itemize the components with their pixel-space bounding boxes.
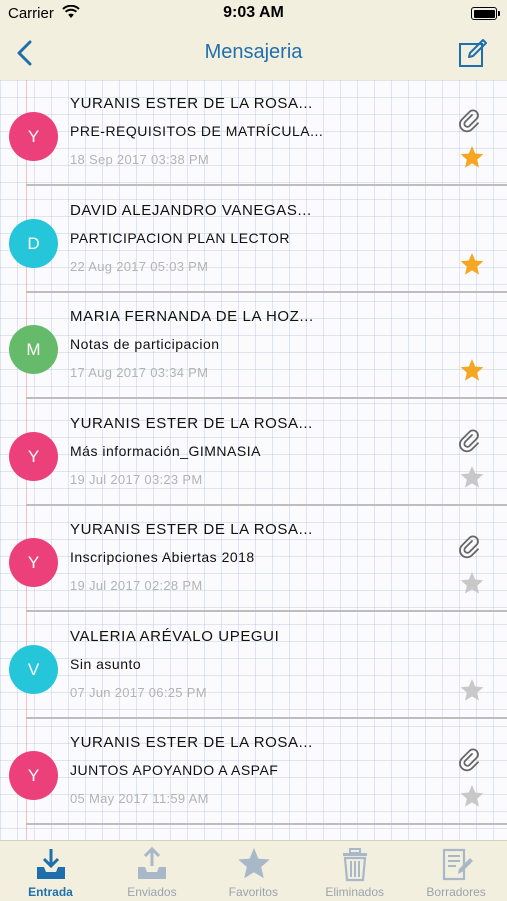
status-bar: Carrier 9:03 AM: [0, 0, 507, 28]
message-date: 19 Jul 2017 02:28 PM: [70, 578, 203, 593]
message-sender: VALERIA ARÉVALO UPEGUI: [70, 627, 280, 645]
star-icon[interactable]: [459, 677, 485, 703]
inbox-download-icon: [37, 849, 65, 879]
avatar: Y: [9, 751, 58, 800]
paperclip-icon: [459, 535, 479, 559]
star-icon[interactable]: [459, 251, 485, 277]
tab-label: Entrada: [28, 885, 73, 899]
message-subject: Inscripciones Abiertas 2018: [70, 549, 255, 565]
message-sender: YURANIS ESTER DE LA ROSA...: [70, 734, 313, 751]
tab-bar: Entrada Enviados Favoritos Eliminados Borrad…: [0, 840, 507, 901]
tab-eliminados[interactable]: Eliminados: [304, 841, 405, 901]
message-sender: DAVID ALEJANDRO VANEGAS...: [70, 201, 312, 219]
compose-icon[interactable]: [457, 37, 489, 69]
tab-favoritos[interactable]: Favoritos: [203, 841, 304, 901]
message-row[interactable]: Y YURANIS ESTER DE LA ROSA... JUNTOS APOYA…: [0, 719, 507, 825]
message-date: 07 Jun 2017 06:25 PM: [70, 684, 207, 700]
message-date: 22 Aug 2017 05:03 PM: [70, 258, 209, 274]
message-date: 17 Aug 2017 03:34 PM: [70, 365, 209, 380]
trash-icon: [343, 848, 368, 882]
battery-icon: [471, 7, 500, 20]
tab-borradores[interactable]: Borradores: [406, 841, 507, 901]
avatar: M: [9, 325, 58, 374]
draft-icon: [442, 848, 473, 881]
avatar: Y: [9, 538, 58, 587]
tab-label: Enviados: [127, 885, 177, 899]
message-date: 18 Sep 2017 03:38 PM: [70, 152, 209, 167]
message-row[interactable]: D DAVID ALEJANDRO VANEGAS... PARTICIPACION…: [0, 187, 507, 293]
message-sender: YURANIS ESTER DE LA ROSA...: [70, 521, 313, 538]
navigation-bar: Mensajeria: [0, 28, 507, 80]
avatar: Y: [9, 431, 58, 481]
message-subject: Notas de participacion: [70, 336, 220, 352]
paperclip-icon: [459, 748, 479, 772]
row-divider: [26, 823, 507, 825]
message-row[interactable]: Y YURANIS ESTER DE LA ROSA... PRE-REQUISIT…: [0, 80, 507, 186]
message-row[interactable]: M MARIA FERNANDA DE LA HOZ... Notas de par…: [0, 293, 507, 399]
star-icon[interactable]: [459, 357, 485, 383]
paperclip-icon: [459, 429, 479, 452]
message-subject: Más información_GIMNASIA: [70, 442, 261, 459]
message-subject: PRE-REQUISITOS DE MATRÍCULA...: [70, 123, 324, 139]
message-sender: YURANIS ESTER DE LA ROSA...: [70, 95, 313, 112]
avatar: V: [9, 644, 58, 694]
tab-label: Eliminados: [325, 885, 385, 899]
message-row[interactable]: Y YURANIS ESTER DE LA ROSA... Inscripcione…: [0, 506, 507, 612]
message-sender: YURANIS ESTER DE LA ROSA...: [70, 414, 313, 432]
avatar: Y: [9, 112, 58, 161]
message-subject: PARTICIPACION PLAN LECTOR: [70, 229, 290, 246]
tab-entrada[interactable]: Entrada: [0, 841, 101, 901]
tab-label: Borradores: [426, 885, 486, 899]
tab-enviados[interactable]: Enviados: [101, 841, 202, 901]
star-icon[interactable]: [459, 783, 485, 809]
outbox-upload-icon: [138, 846, 167, 879]
message-subject: Sin asunto: [70, 655, 142, 672]
message-subject: JUNTOS APOYANDO A ASPAF: [70, 762, 279, 778]
message-list[interactable]: Y YURANIS ESTER DE LA ROSA... PRE-REQUISIT…: [0, 80, 507, 840]
avatar: D: [9, 218, 58, 268]
status-time: 9:03 AM: [223, 4, 284, 21]
message-date: 19 Jul 2017 03:23 PM: [70, 471, 203, 487]
message-row[interactable]: V VALERIA ARÉVALO UPEGUI Sin asunto 07 Jun …: [0, 613, 507, 719]
star-icon[interactable]: [459, 464, 485, 490]
message-row[interactable]: Y YURANIS ESTER DE LA ROSA... Más informac…: [0, 400, 507, 506]
page-title: Mensajeria: [204, 41, 303, 63]
message-date: 05 May 2017 11:59 AM: [70, 791, 209, 806]
star-icon[interactable]: [459, 570, 485, 596]
star-icon: [237, 848, 270, 879]
star-icon[interactable]: [459, 144, 485, 170]
paperclip-icon: [459, 109, 479, 133]
tab-label: Favoritos: [228, 885, 278, 899]
message-sender: MARIA FERNANDA DE LA HOZ...: [70, 308, 314, 325]
